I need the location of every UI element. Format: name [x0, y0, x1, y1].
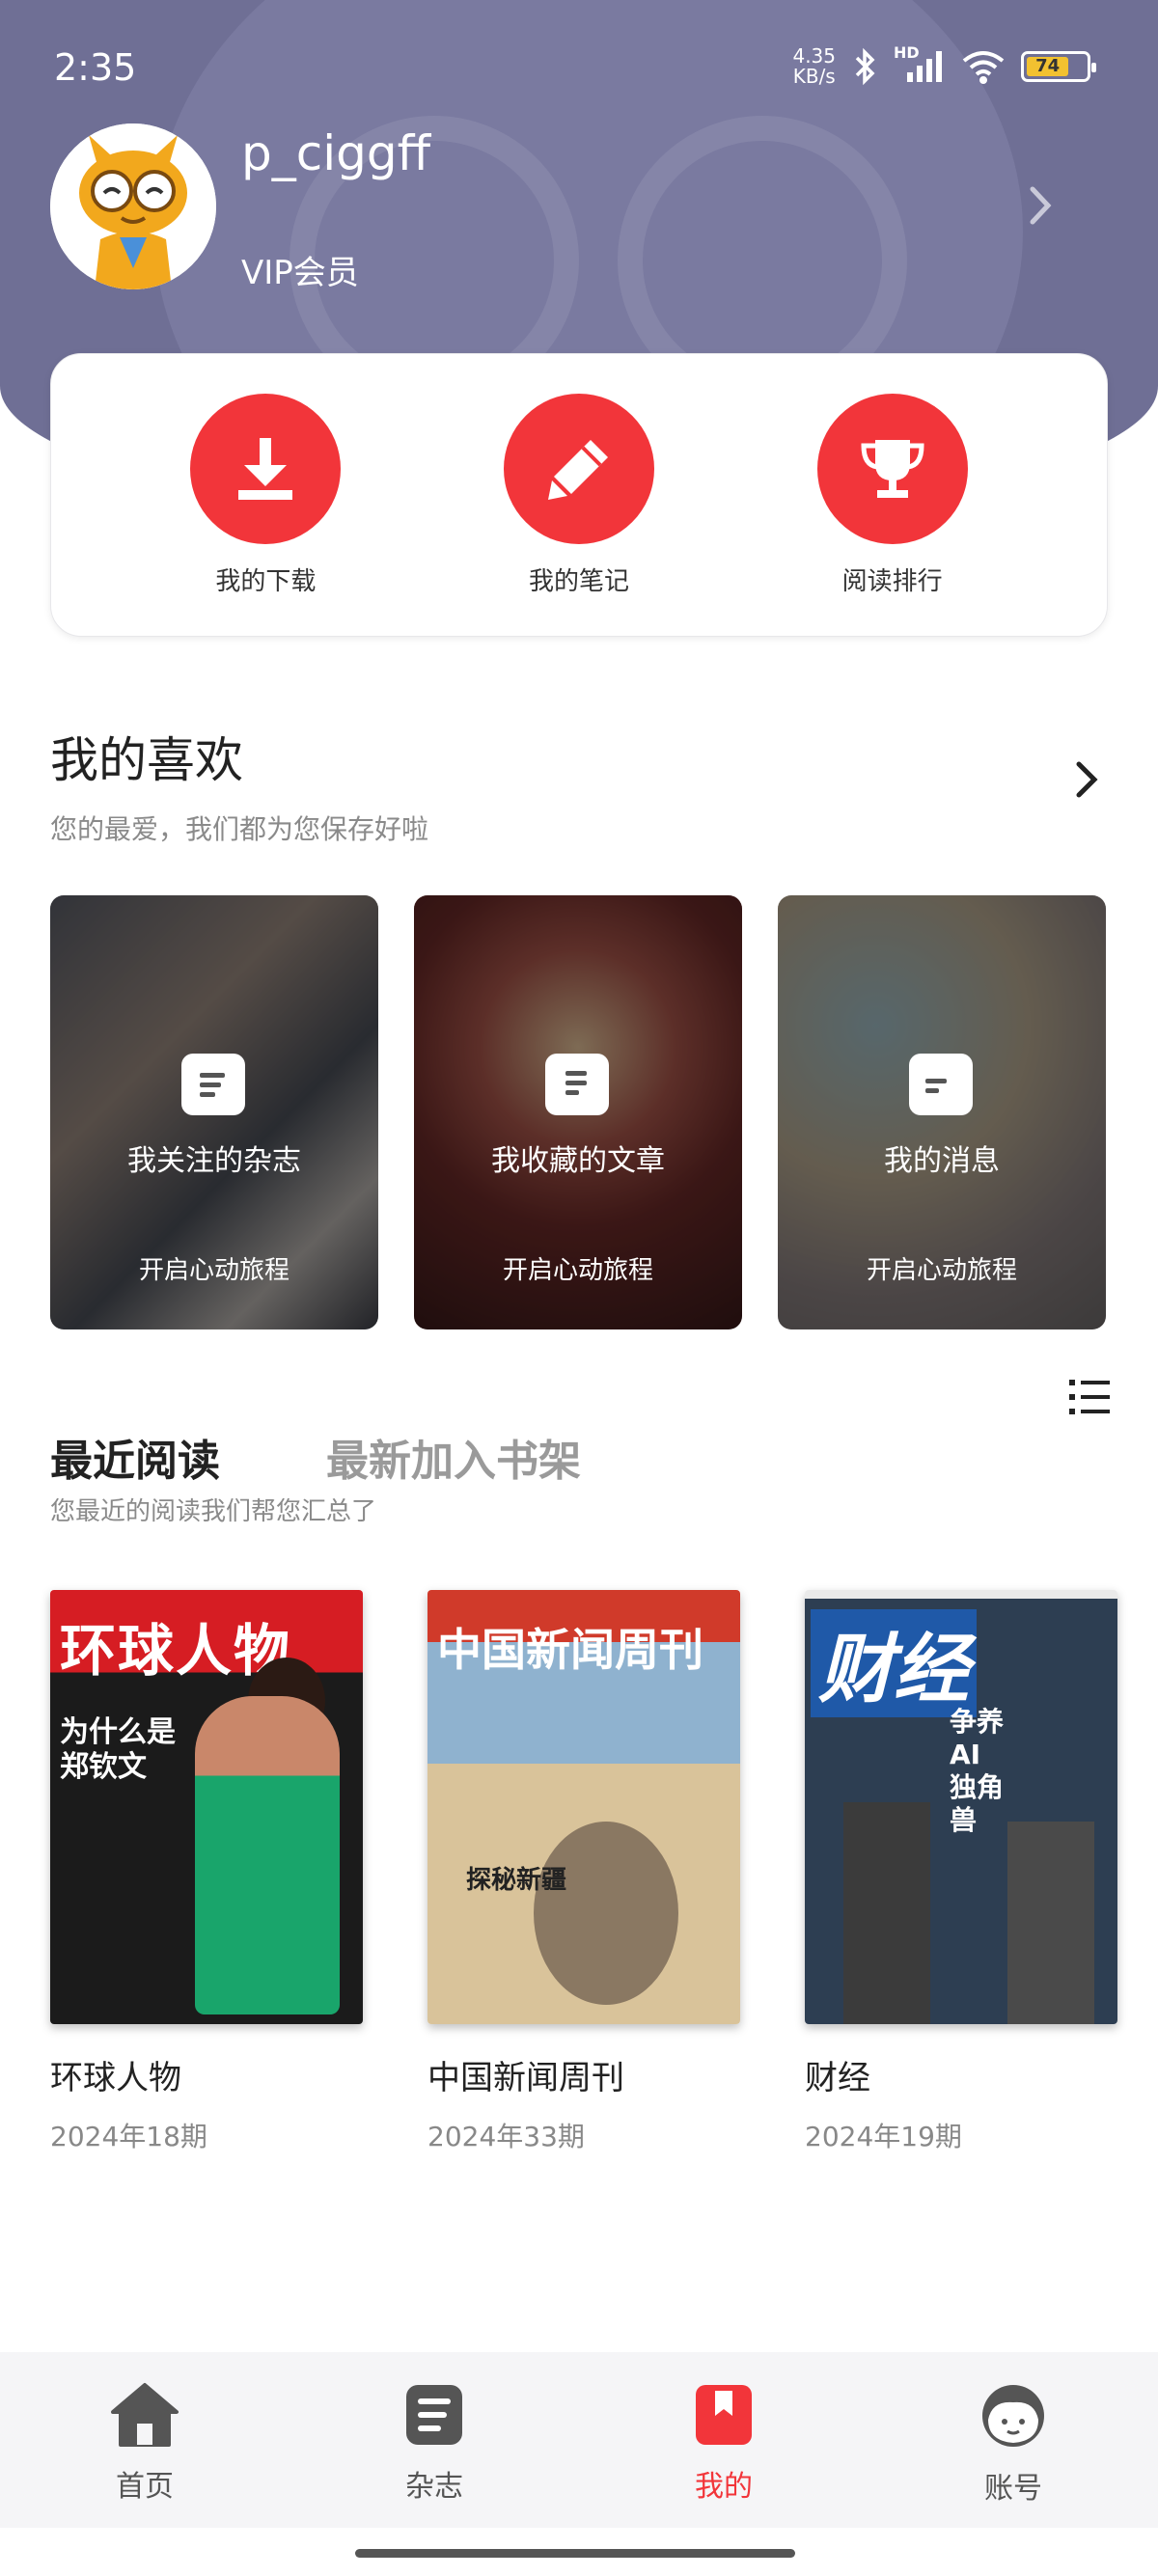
saved-articles-card[interactable]: 我收藏的文章 开启心动旅程 [414, 895, 742, 1329]
username: p_ciggff [241, 125, 431, 181]
followed-magazines-card[interactable]: 我关注的杂志 开启心动旅程 [50, 895, 378, 1329]
book-item[interactable]: 中国新闻周刊 探秘新疆 中国新闻周刊 2024年33期 [427, 1590, 740, 2154]
message-icon [909, 1054, 973, 1115]
home-indicator[interactable] [355, 2549, 795, 2558]
book-title: 中国新闻周刊 [427, 2059, 624, 2097]
book-item[interactable]: 财经 争养AI独角兽 财经 2024年19期 [805, 1590, 1117, 2154]
download-icon [238, 437, 293, 500]
nav-account[interactable]: 账号 [868, 2352, 1158, 2528]
vip-badge: VIP会员 [241, 254, 359, 292]
status-time: 2:35 [54, 46, 137, 89]
nav-home[interactable]: 首页 [0, 2352, 290, 2528]
nav-magazine[interactable]: 杂志 [290, 2352, 579, 2528]
battery-icon: 74 [1021, 51, 1096, 82]
book-issue: 2024年18期 [50, 2121, 207, 2152]
list-icon[interactable] [1069, 1378, 1110, 1416]
book-cover[interactable]: 环球人物 为什么是郑钦文 [50, 1590, 363, 2024]
recent-subtitle: 您最近的阅读我们帮您汇总了 [50, 1497, 377, 1526]
book-title: 财经 [805, 2059, 870, 2097]
my-notes-button[interactable]: 我的笔记 [454, 393, 704, 597]
book-issue: 2024年33期 [427, 2121, 585, 2152]
document-icon [545, 1054, 609, 1115]
tab-recent-reading[interactable]: 最近阅读 [50, 1426, 220, 1488]
book-title: 环球人物 [50, 2059, 181, 2097]
bookmark-icon [696, 2385, 752, 2445]
book-cover[interactable]: 财经 争养AI独角兽 [805, 1590, 1117, 2024]
face-icon [982, 2385, 1044, 2447]
reading-ranking-button[interactable]: 阅读排行 [767, 393, 1018, 597]
pencil-icon [547, 439, 608, 500]
wifi-icon [962, 51, 1005, 84]
home-icon [111, 2383, 179, 2447]
book-cover[interactable]: 中国新闻周刊 探秘新疆 [427, 1590, 740, 2024]
avatar[interactable] [50, 123, 216, 289]
my-messages-card[interactable]: 我的消息 开启心动旅程 [778, 895, 1106, 1329]
document-icon [181, 1054, 245, 1115]
favorites-subtitle: 您的最爱，我们都为您保存好啦 [50, 813, 429, 845]
status-bar: 2:35 4.35 KB/s HD 74 [0, 0, 1158, 135]
trophy-icon [861, 439, 924, 498]
chevron-right-icon[interactable] [1073, 758, 1100, 801]
quick-actions-card: 我的下载 我的笔记 阅读排行 [50, 353, 1108, 637]
bluetooth-icon [855, 47, 875, 86]
nav-mine[interactable]: 我的 [579, 2352, 868, 2528]
bottom-nav: 首页 杂志 我的 账号 [0, 2352, 1158, 2528]
chevron-right-icon[interactable] [1023, 181, 1058, 230]
tab-newly-added[interactable]: 最新加入书架 [326, 1426, 581, 1488]
favorites-title: 我的喜欢 [50, 732, 243, 788]
signal-icon: HD [894, 43, 946, 86]
dragon-mascot-icon [50, 123, 216, 289]
my-downloads-button[interactable]: 我的下载 [140, 393, 391, 597]
book-issue: 2024年19期 [805, 2121, 962, 2152]
book-item[interactable]: 环球人物 为什么是郑钦文 环球人物 2024年18期 [50, 1590, 363, 2154]
network-speed: 4.35 KB/s [792, 44, 836, 88]
magazine-icon [406, 2385, 462, 2445]
